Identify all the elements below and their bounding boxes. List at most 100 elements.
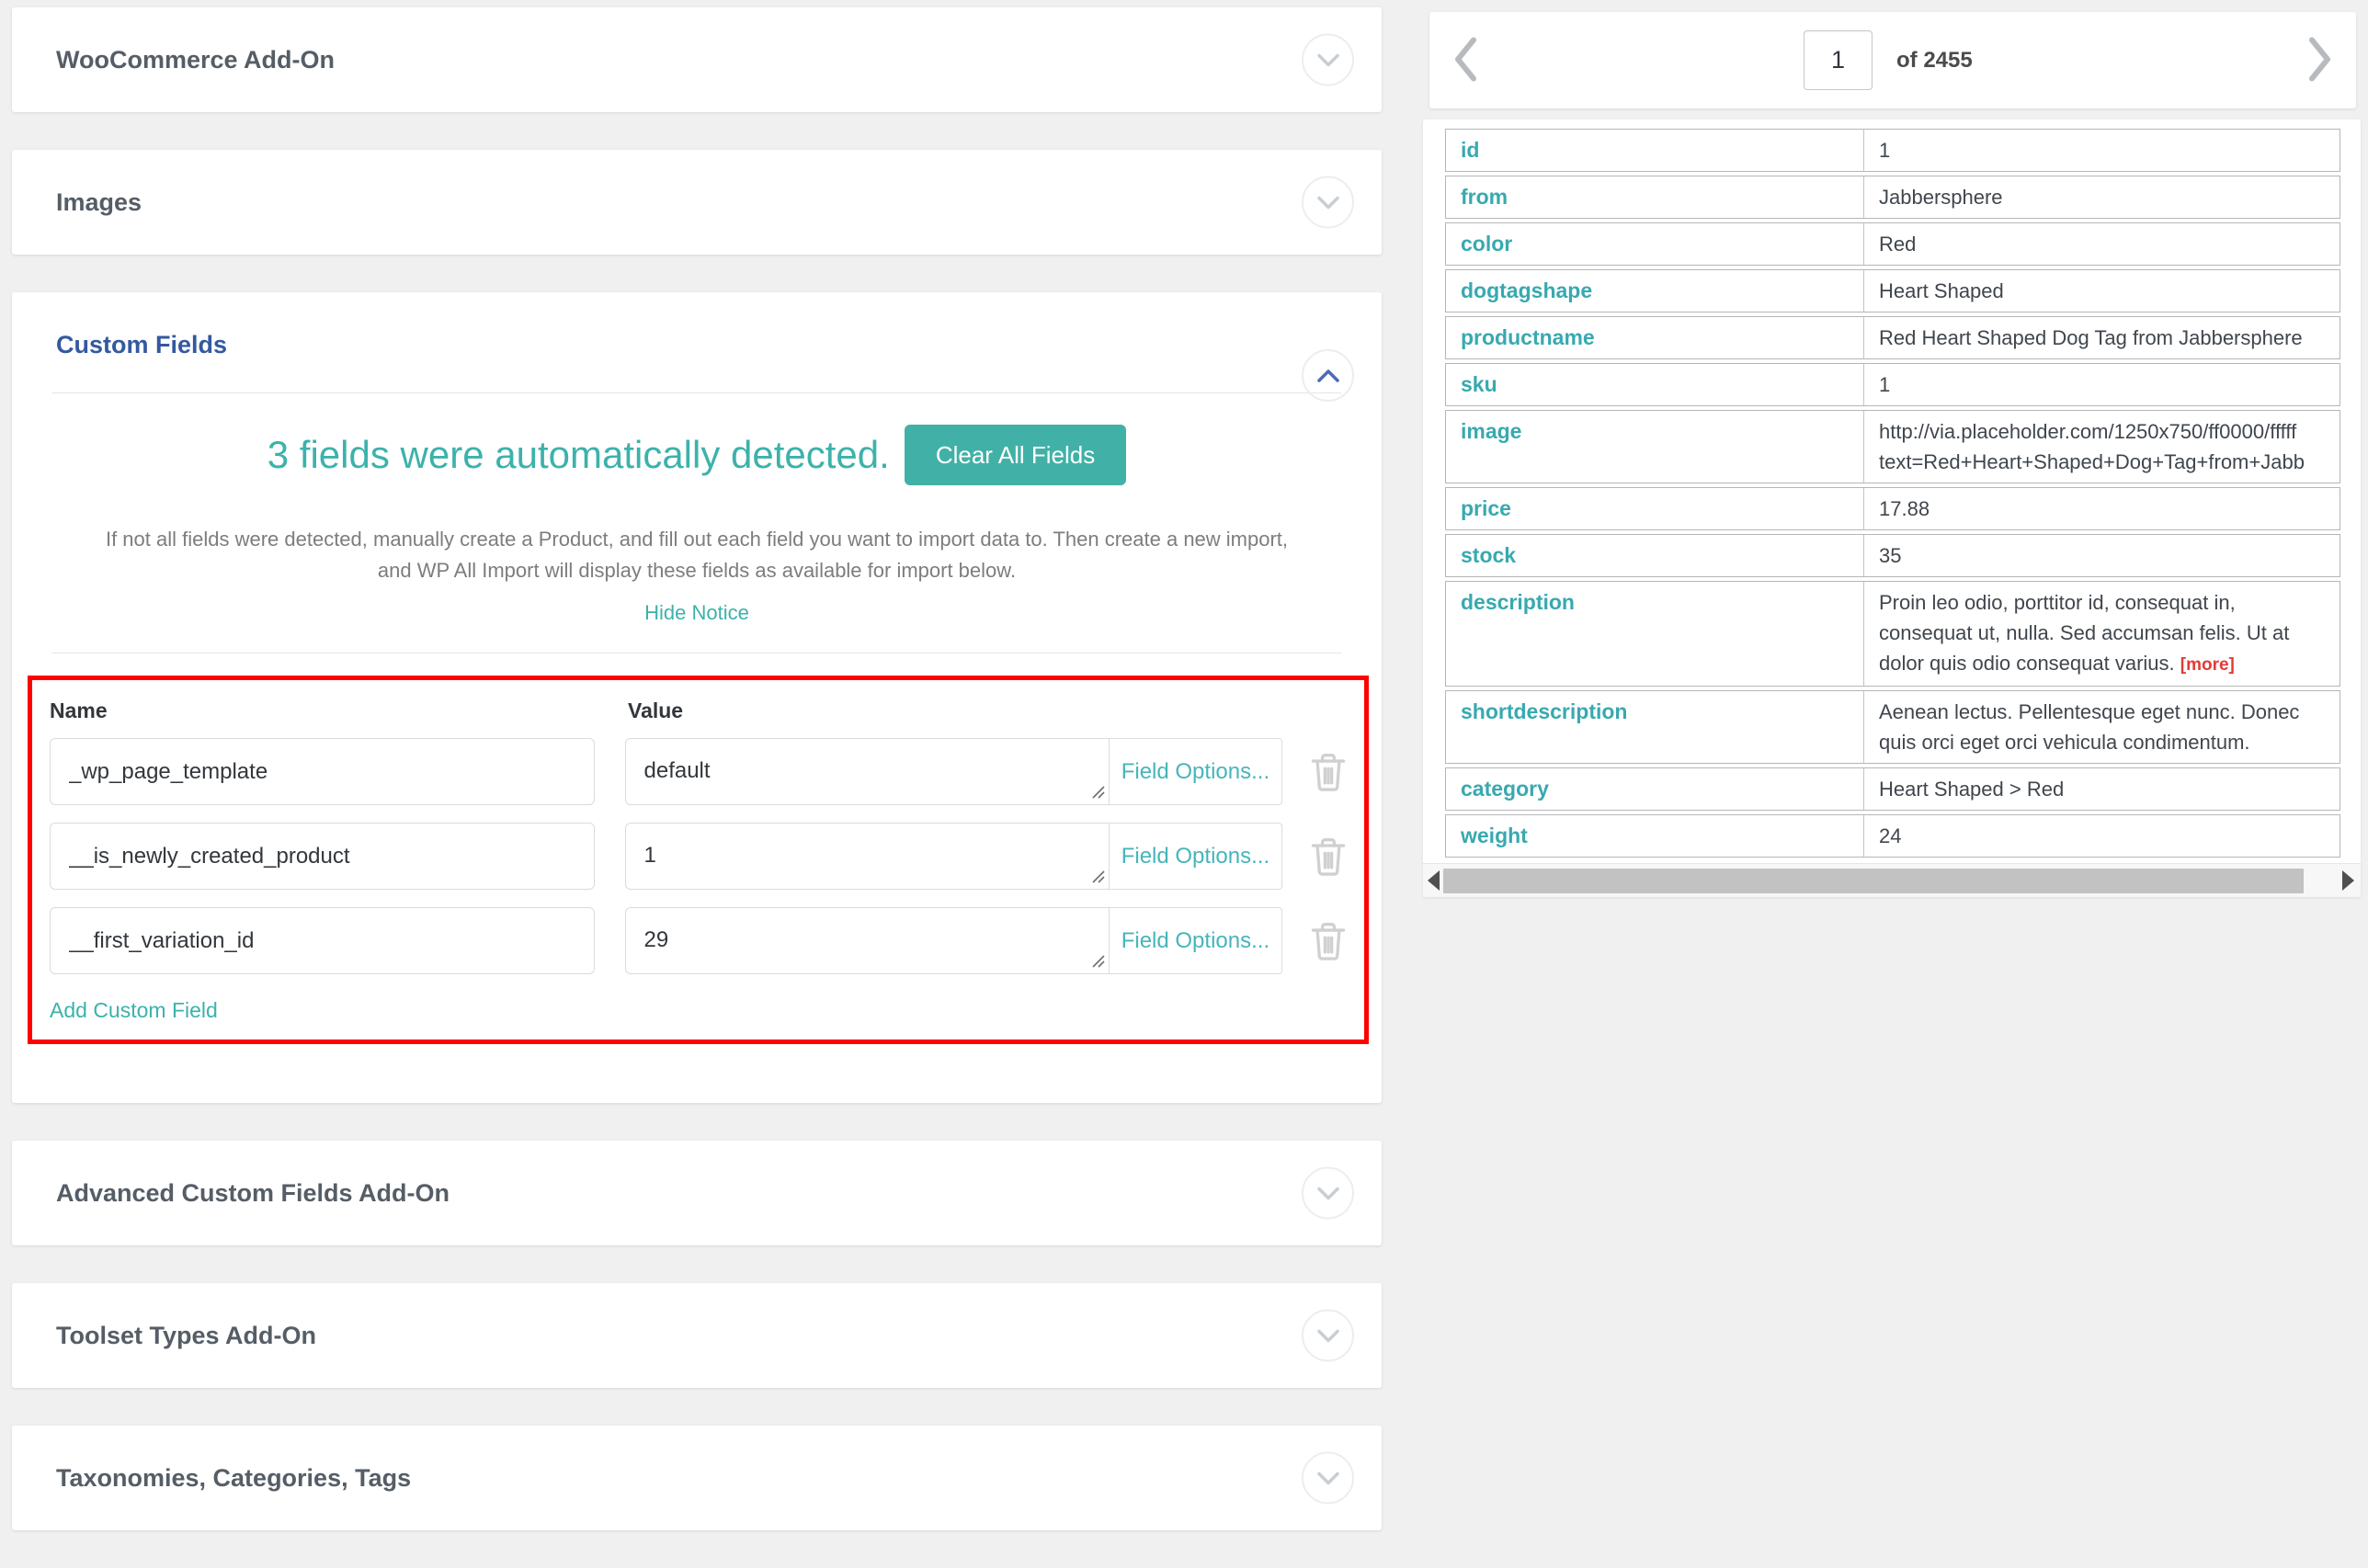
hide-notice-link[interactable]: Hide Notice (644, 601, 749, 624)
record-row-price: price 17.88 (1445, 487, 2340, 530)
image-url-line2: text=Red+Heart+Shaped+Dog+Tag+from+Jabb (1879, 447, 2325, 477)
value-column-header: Value (628, 699, 683, 723)
scroll-right-arrow-icon[interactable] (2342, 870, 2354, 891)
panel-toolset-addon[interactable]: Toolset Types Add-On (12, 1283, 1382, 1388)
custom-field-row: default Field Options... (50, 738, 1350, 805)
panel-woocommerce-addon[interactable]: WooCommerce Add-On (12, 7, 1382, 112)
record-row-weight: weight 24 (1445, 814, 2340, 858)
record-row-id: id 1 (1445, 129, 2340, 172)
record-key[interactable]: weight (1446, 815, 1864, 857)
wp-all-import-page: WooCommerce Add-On Images Custom Fields … (0, 0, 2368, 1547)
clear-all-fields-button[interactable]: Clear All Fields (905, 425, 1126, 485)
record-value: http://via.placeholder.com/1250x750/ff00… (1864, 411, 2340, 483)
record-preview-panel: id 1 from Jabbersphere color Red dogtags… (1423, 119, 2361, 897)
chevron-down-icon[interactable] (1302, 1452, 1354, 1505)
record-value: 24 (1864, 815, 2340, 857)
panel-acf-addon[interactable]: Advanced Custom Fields Add-On (12, 1141, 1382, 1245)
scrollbar-thumb[interactable] (1443, 869, 2304, 893)
custom-fields-header[interactable]: Custom Fields (12, 292, 1382, 392)
delete-field-button[interactable] (1306, 748, 1350, 796)
panel-title: Images (56, 188, 142, 217)
more-link[interactable]: [more] (2180, 655, 2235, 675)
record-row-shortdescription: shortdescription Aenean lectus. Pellente… (1445, 690, 2340, 764)
chevron-down-icon[interactable] (1302, 34, 1354, 86)
chevron-down-icon[interactable] (1302, 1310, 1354, 1362)
record-value: 35 (1864, 535, 2340, 576)
divider (52, 392, 1341, 393)
record-key[interactable]: image (1446, 411, 1864, 483)
panel-title: Toolset Types Add-On (56, 1322, 316, 1350)
panel-images[interactable]: Images (12, 150, 1382, 255)
name-column-header: Name (50, 699, 628, 723)
chevron-down-icon[interactable] (1302, 1167, 1354, 1220)
field-options-button[interactable]: Field Options... (1110, 738, 1283, 805)
horizontal-scrollbar[interactable] (1423, 863, 2361, 897)
record-key[interactable]: dogtagshape (1446, 270, 1864, 312)
field-value-wrap: 29 (625, 907, 1110, 974)
add-custom-field-link[interactable]: Add Custom Field (50, 998, 218, 1022)
record-count-label: of 2455 (1896, 12, 1973, 108)
record-row-sku: sku 1 (1445, 363, 2340, 406)
record-value: Heart Shaped > Red (1864, 768, 2340, 810)
chevron-down-icon[interactable] (1302, 176, 1354, 229)
record-value: Red Heart Shaped Dog Tag from Jabbersphe… (1864, 317, 2340, 358)
previous-record-button[interactable] (1450, 35, 1481, 85)
image-url-line1: http://via.placeholder.com/1250x750/ff00… (1879, 416, 2325, 447)
panel-custom-fields: Custom Fields 3 fields were automaticall… (12, 292, 1382, 1103)
chevron-up-icon[interactable] (1302, 349, 1354, 402)
record-value: 17.88 (1864, 488, 2340, 529)
trash-icon (1308, 750, 1349, 794)
field-value-wrap: 1 (625, 823, 1110, 890)
record-key[interactable]: price (1446, 488, 1864, 529)
delete-field-button[interactable] (1306, 917, 1350, 965)
custom-field-row: 29 Field Options... (50, 907, 1350, 974)
field-name-input[interactable] (50, 907, 595, 974)
record-row-productname: productname Red Heart Shaped Dog Tag fro… (1445, 316, 2340, 359)
record-key[interactable]: color (1446, 223, 1864, 265)
record-key[interactable]: id (1446, 130, 1864, 171)
record-value: 1 (1864, 130, 2340, 171)
mapping-sections-column: WooCommerce Add-On Images Custom Fields … (12, 7, 1382, 1568)
record-key[interactable]: stock (1446, 535, 1864, 576)
delete-field-button[interactable] (1306, 833, 1350, 881)
record-row-category: category Heart Shaped > Red (1445, 767, 2340, 811)
custom-field-row: 1 Field Options... (50, 823, 1350, 890)
record-value: Aenean lectus. Pellentesque eget nunc. D… (1864, 691, 2340, 763)
record-number-input[interactable] (1804, 30, 1873, 90)
detected-heading: 3 fields were automatically detected. (268, 433, 890, 477)
record-key[interactable]: productname (1446, 317, 1864, 358)
record-key[interactable]: sku (1446, 364, 1864, 405)
field-value-textarea[interactable]: 1 (625, 823, 1110, 890)
scroll-left-arrow-icon[interactable] (1428, 870, 1440, 891)
record-value: 1 (1864, 364, 2340, 405)
record-value: Proin leo odio, porttitor id, consequat … (1864, 582, 2340, 686)
field-name-input[interactable] (50, 738, 595, 805)
record-row-description: description Proin leo odio, porttitor id… (1445, 581, 2340, 687)
detected-summary-row: 3 fields were automatically detected. Cl… (12, 425, 1382, 485)
next-record-button[interactable] (2305, 35, 2336, 85)
panel-title: WooCommerce Add-On (56, 46, 335, 74)
trash-icon (1308, 835, 1349, 879)
record-key[interactable]: from (1446, 176, 1864, 218)
panel-title: Custom Fields (56, 331, 227, 358)
record-key[interactable]: shortdescription (1446, 691, 1864, 763)
record-row-stock: stock 35 (1445, 534, 2340, 577)
custom-fields-highlight-box: Name Value default Field Options... (28, 676, 1369, 1044)
field-options-button[interactable]: Field Options... (1110, 823, 1283, 890)
record-key[interactable]: category (1446, 768, 1864, 810)
record-row-from: from Jabbersphere (1445, 176, 2340, 219)
panel-title: Taxonomies, Categories, Tags (56, 1464, 411, 1493)
panel-taxonomies[interactable]: Taxonomies, Categories, Tags (12, 1426, 1382, 1530)
record-row-image: image http://via.placeholder.com/1250x75… (1445, 410, 2340, 483)
field-value-textarea[interactable]: 29 (625, 907, 1110, 974)
chevron-left-icon (1450, 35, 1481, 83)
record-value: Jabbersphere (1864, 176, 2340, 218)
field-value-textarea[interactable]: default (625, 738, 1110, 805)
record-value: Heart Shaped (1864, 270, 2340, 312)
record-row-color: color Red (1445, 222, 2340, 266)
record-pagination-bar: of 2455 (1429, 12, 2356, 108)
field-options-button[interactable]: Field Options... (1110, 907, 1283, 974)
record-key[interactable]: description (1446, 582, 1864, 686)
chevron-right-icon (2305, 35, 2336, 83)
field-name-input[interactable] (50, 823, 595, 890)
